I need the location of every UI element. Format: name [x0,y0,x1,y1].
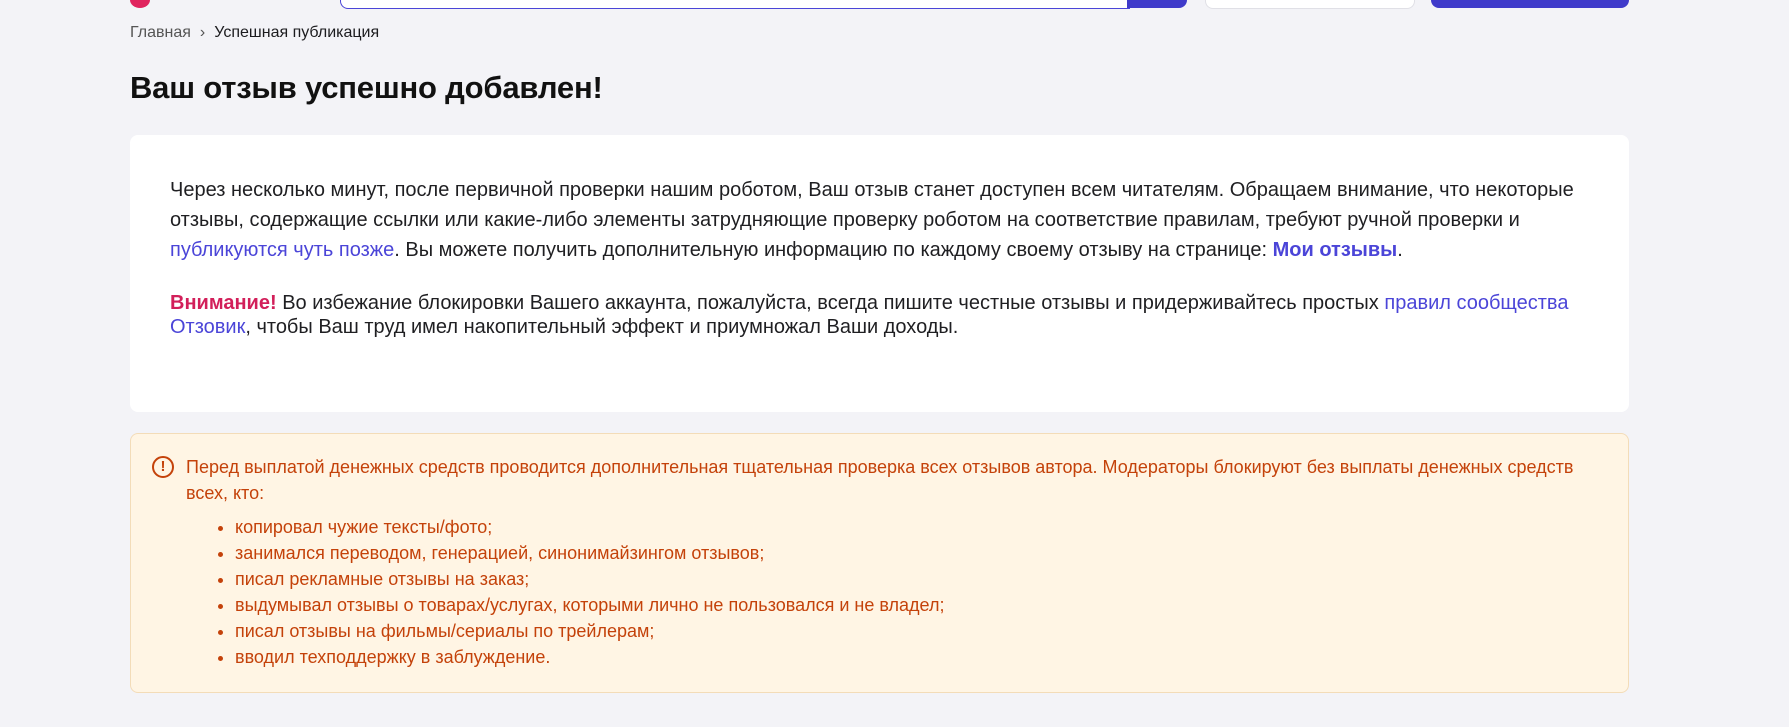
logo[interactable] [130,0,150,8]
info-text-2: . Вы можете получить дополнительную инфо… [394,239,1273,261]
warning-paragraph: Внимание! Во избежание блокировки Вашего… [170,291,1589,339]
list-item: вводил техподдержку в заблуждение. [235,644,1588,670]
list-item: выдумывал отзывы о товарах/услугах, кото… [235,592,1588,618]
alert-text: Перед выплатой денежных средств проводит… [186,457,1574,503]
my-reviews-link[interactable]: Мои отзывы [1273,239,1398,261]
publish-later-link[interactable]: публикуются чуть позже [170,239,394,261]
warning-text-1: Во избежание блокировки Вашего аккаунта,… [276,292,1385,314]
list-item: копировал чужие тексты/фото; [235,514,1588,540]
page-title: Ваш отзыв успешно добавлен! [130,70,603,105]
info-text-1: Через несколько минут, после первичной п… [170,179,1574,231]
info-text-3: . [1397,239,1403,261]
info-paragraph: Через несколько минут, после первичной п… [170,175,1589,265]
breadcrumb: Главная › Успешная публикация [130,24,379,42]
violations-list: копировал чужие тексты/фото; занимался п… [186,514,1588,670]
warning-text-2: , чтобы Ваш труд имел накопительный эффе… [245,316,959,338]
breadcrumb-separator: › [199,24,206,41]
header-primary-button[interactable] [1431,0,1629,8]
list-item: писал рекламные отзывы на заказ; [235,566,1588,592]
exclamation-circle-icon: ! [152,456,174,478]
search-input[interactable] [340,0,1130,9]
list-item: занимался переводом, генерацией, синоним… [235,540,1588,566]
moderation-alert: ! Перед выплатой денежных средств провод… [130,433,1629,693]
info-card: Через несколько минут, после первичной п… [130,135,1629,412]
header-secondary-button[interactable] [1205,0,1415,9]
breadcrumb-home-link[interactable]: Главная [130,24,191,42]
header-bar [0,0,1789,10]
breadcrumb-current: Успешная публикация [214,24,380,41]
search-button[interactable] [1127,0,1187,8]
list-item: писал отзывы на фильмы/сериалы по трейле… [235,618,1588,644]
attention-label: Внимание! [170,292,277,314]
